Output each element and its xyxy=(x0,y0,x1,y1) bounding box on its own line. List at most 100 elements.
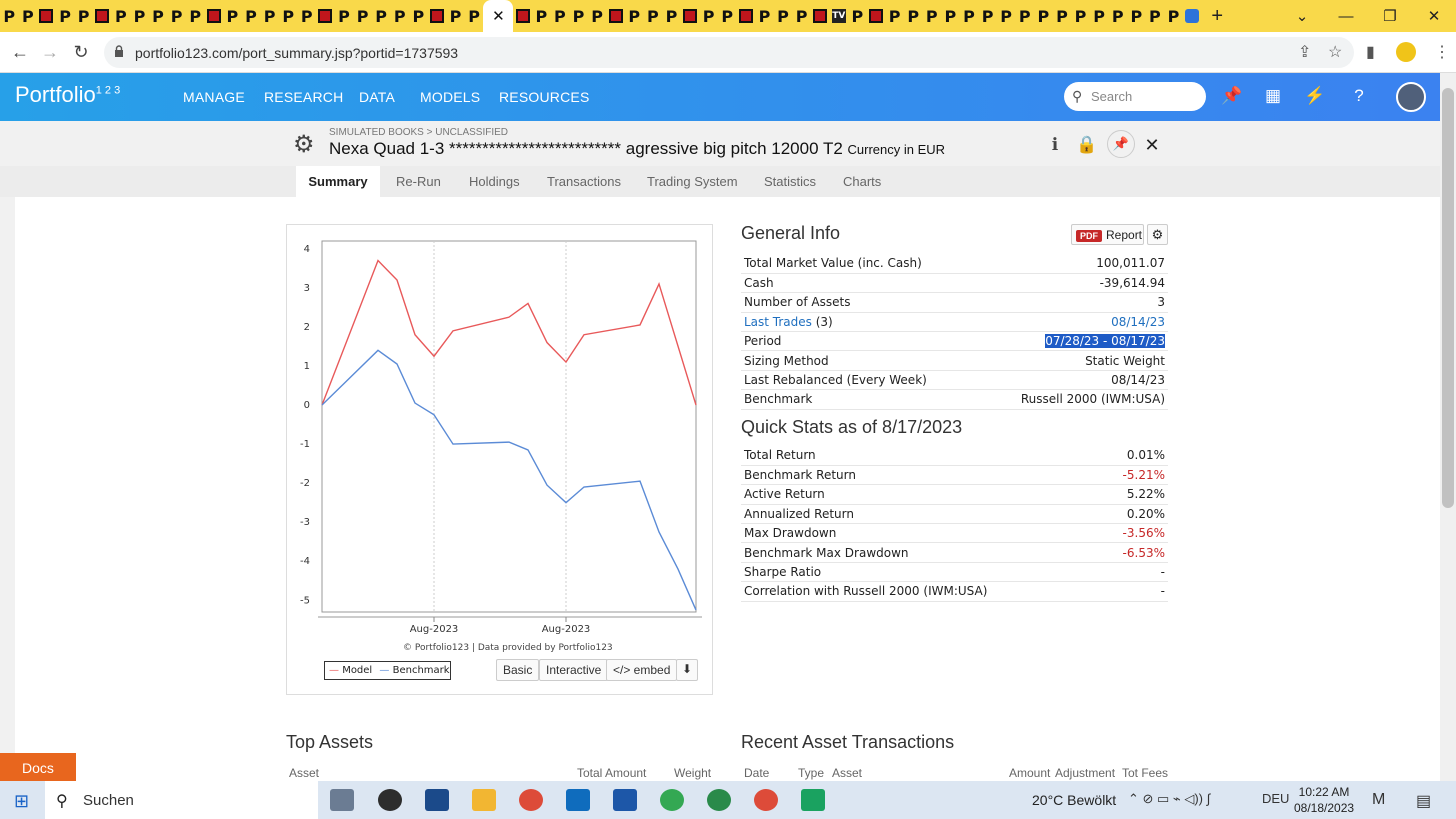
app-icon[interactable] xyxy=(613,789,637,811)
back-icon[interactable]: ← xyxy=(8,40,32,64)
browser-tab[interactable]: P xyxy=(960,0,979,32)
windows-start-icon[interactable]: ⊞ xyxy=(14,791,29,812)
browser-tab[interactable]: P xyxy=(885,0,904,32)
browser-tab[interactable]: P xyxy=(1127,0,1146,32)
pin-icon[interactable]: 📌 xyxy=(1107,130,1135,158)
browser-tab[interactable]: P xyxy=(941,0,960,32)
col-adjustment[interactable]: Adjustment xyxy=(1055,766,1115,780)
keyboard-language[interactable]: DEU xyxy=(1262,791,1289,806)
lock-icon[interactable]: 🔒 xyxy=(1076,134,1098,156)
browser-tab[interactable]: P xyxy=(532,0,551,32)
browser-tab[interactable]: P xyxy=(569,0,588,32)
chrome-icon[interactable] xyxy=(707,789,731,811)
task-view-icon[interactable] xyxy=(330,789,354,811)
taskbar-search[interactable]: Suchen xyxy=(45,781,318,819)
browser-tab[interactable]: P xyxy=(997,0,1016,32)
report-button[interactable]: PDF Report xyxy=(1071,224,1144,245)
close-icon[interactable]: ✕ xyxy=(1141,134,1163,156)
browser-tab[interactable]: P xyxy=(19,0,38,32)
browser-tab[interactable]: P xyxy=(1071,0,1090,32)
browser-tab[interactable]: P xyxy=(0,0,19,32)
browser-tab[interactable]: P xyxy=(74,0,93,32)
browser-tab[interactable]: P xyxy=(1090,0,1109,32)
tab-charts[interactable]: Charts xyxy=(843,174,881,189)
chart-basic-button[interactable]: Basic xyxy=(496,659,540,681)
browser-tab[interactable]: P xyxy=(978,0,997,32)
minimize-icon[interactable]: — xyxy=(1324,8,1368,25)
col-tot-fees[interactable]: Tot Fees xyxy=(1122,766,1168,780)
portfolio123-logo[interactable]: Portfolio1 2 3 xyxy=(15,82,120,108)
browser-tab[interactable]: P xyxy=(409,0,428,32)
browser-tab[interactable]: P xyxy=(353,0,372,32)
outlook-icon[interactable] xyxy=(566,789,590,811)
nav-research[interactable]: RESEARCH xyxy=(264,89,343,105)
chrome-icon[interactable] xyxy=(660,789,684,811)
col-asset[interactable]: Asset xyxy=(289,766,319,780)
browser-menu-icon[interactable]: ⋮ xyxy=(1434,42,1450,62)
user-avatar[interactable] xyxy=(1396,82,1426,112)
browser-tab[interactable]: P xyxy=(130,0,149,32)
settings-gear-icon[interactable]: ⚙ xyxy=(293,130,315,159)
whatsapp-icon[interactable] xyxy=(378,789,402,811)
tab-search-chevron-icon[interactable]: ⌄ xyxy=(1280,7,1324,25)
browser-tab[interactable]: P xyxy=(112,0,131,32)
system-tray-icons[interactable]: ⌃ ⊘ ▭ ⌁ ◁)) ∫ xyxy=(1128,791,1210,807)
app-icon[interactable] xyxy=(425,789,449,811)
new-tab-button[interactable]: + xyxy=(1211,5,1223,28)
browser-tab[interactable]: P xyxy=(149,0,168,32)
browser-tab[interactable] xyxy=(867,0,886,32)
browser-tab[interactable]: P xyxy=(167,0,186,32)
browser-tab[interactable]: P xyxy=(699,0,718,32)
download-icon[interactable]: ⬇ xyxy=(676,659,699,681)
browser-tab[interactable]: P xyxy=(904,0,923,32)
browser-tab[interactable]: P xyxy=(1146,0,1165,32)
trading-app-icon[interactable] xyxy=(801,789,825,811)
browser-tab[interactable] xyxy=(1183,0,1202,32)
tab-rerun[interactable]: Re-Run xyxy=(396,174,441,189)
browser-tab[interactable]: P xyxy=(625,0,644,32)
profile-avatar[interactable] xyxy=(1396,42,1416,62)
col-type[interactable]: Type xyxy=(798,766,824,780)
browser-tab[interactable]: P xyxy=(279,0,298,32)
side-panel-icon[interactable]: ▮ xyxy=(1366,42,1375,62)
search-input[interactable]: Search xyxy=(1064,82,1206,111)
col-total-amount[interactable]: Total Amount xyxy=(577,766,646,780)
browser-tab[interactable]: P xyxy=(260,0,279,32)
tab-trading-system[interactable]: Trading System xyxy=(647,174,738,189)
url-field[interactable]: portfolio123.com/port_summary.jsp?portid… xyxy=(104,37,1354,68)
info-icon[interactable]: ℹ xyxy=(1044,134,1066,156)
browser-tab[interactable] xyxy=(606,0,625,32)
browser-tab[interactable]: P xyxy=(644,0,663,32)
report-settings-gear-icon[interactable]: ⚙ xyxy=(1147,224,1168,245)
browser-tab[interactable]: P xyxy=(774,0,793,32)
close-window-icon[interactable]: ✕ xyxy=(1412,7,1456,25)
browser-tab[interactable] xyxy=(37,0,56,32)
browser-tab[interactable]: P xyxy=(446,0,465,32)
browser-tab[interactable]: P xyxy=(1015,0,1034,32)
browser-tab[interactable]: P xyxy=(335,0,354,32)
bookmark-star-icon[interactable]: ☆ xyxy=(1328,42,1342,62)
browser-tab[interactable]: P xyxy=(551,0,570,32)
browser-tab[interactable] xyxy=(205,0,224,32)
browser-tab[interactable]: P xyxy=(223,0,242,32)
active-tab-close-icon[interactable]: ✕ xyxy=(483,0,514,32)
chart-interactive-button[interactable]: Interactive xyxy=(539,659,609,681)
browser-tab[interactable]: P xyxy=(588,0,607,32)
weather-widget[interactable]: 20°C Bewölkt xyxy=(1032,792,1116,808)
browser-tab[interactable] xyxy=(316,0,335,32)
tab-transactions[interactable]: Transactions xyxy=(547,174,621,189)
clock[interactable]: 10:22 AM 08/18/2023 xyxy=(1294,784,1354,816)
nav-models[interactable]: MODELS xyxy=(420,89,480,105)
apps-grid-icon[interactable]: ▦ xyxy=(1262,86,1284,106)
browser-tab[interactable]: P xyxy=(56,0,75,32)
browser-tab[interactable]: P xyxy=(242,0,261,32)
col-weight[interactable]: Weight xyxy=(674,766,711,780)
nav-resources[interactable]: RESOURCES xyxy=(499,89,589,105)
browser-tab[interactable]: P xyxy=(1164,0,1183,32)
browser-tab[interactable]: P xyxy=(372,0,391,32)
browser-tab[interactable]: P xyxy=(718,0,737,32)
restore-icon[interactable]: ❐ xyxy=(1368,7,1412,25)
browser-tab[interactable]: P xyxy=(1034,0,1053,32)
last-trades-link[interactable]: Last Trades xyxy=(744,315,812,329)
browser-tab[interactable]: P xyxy=(755,0,774,32)
